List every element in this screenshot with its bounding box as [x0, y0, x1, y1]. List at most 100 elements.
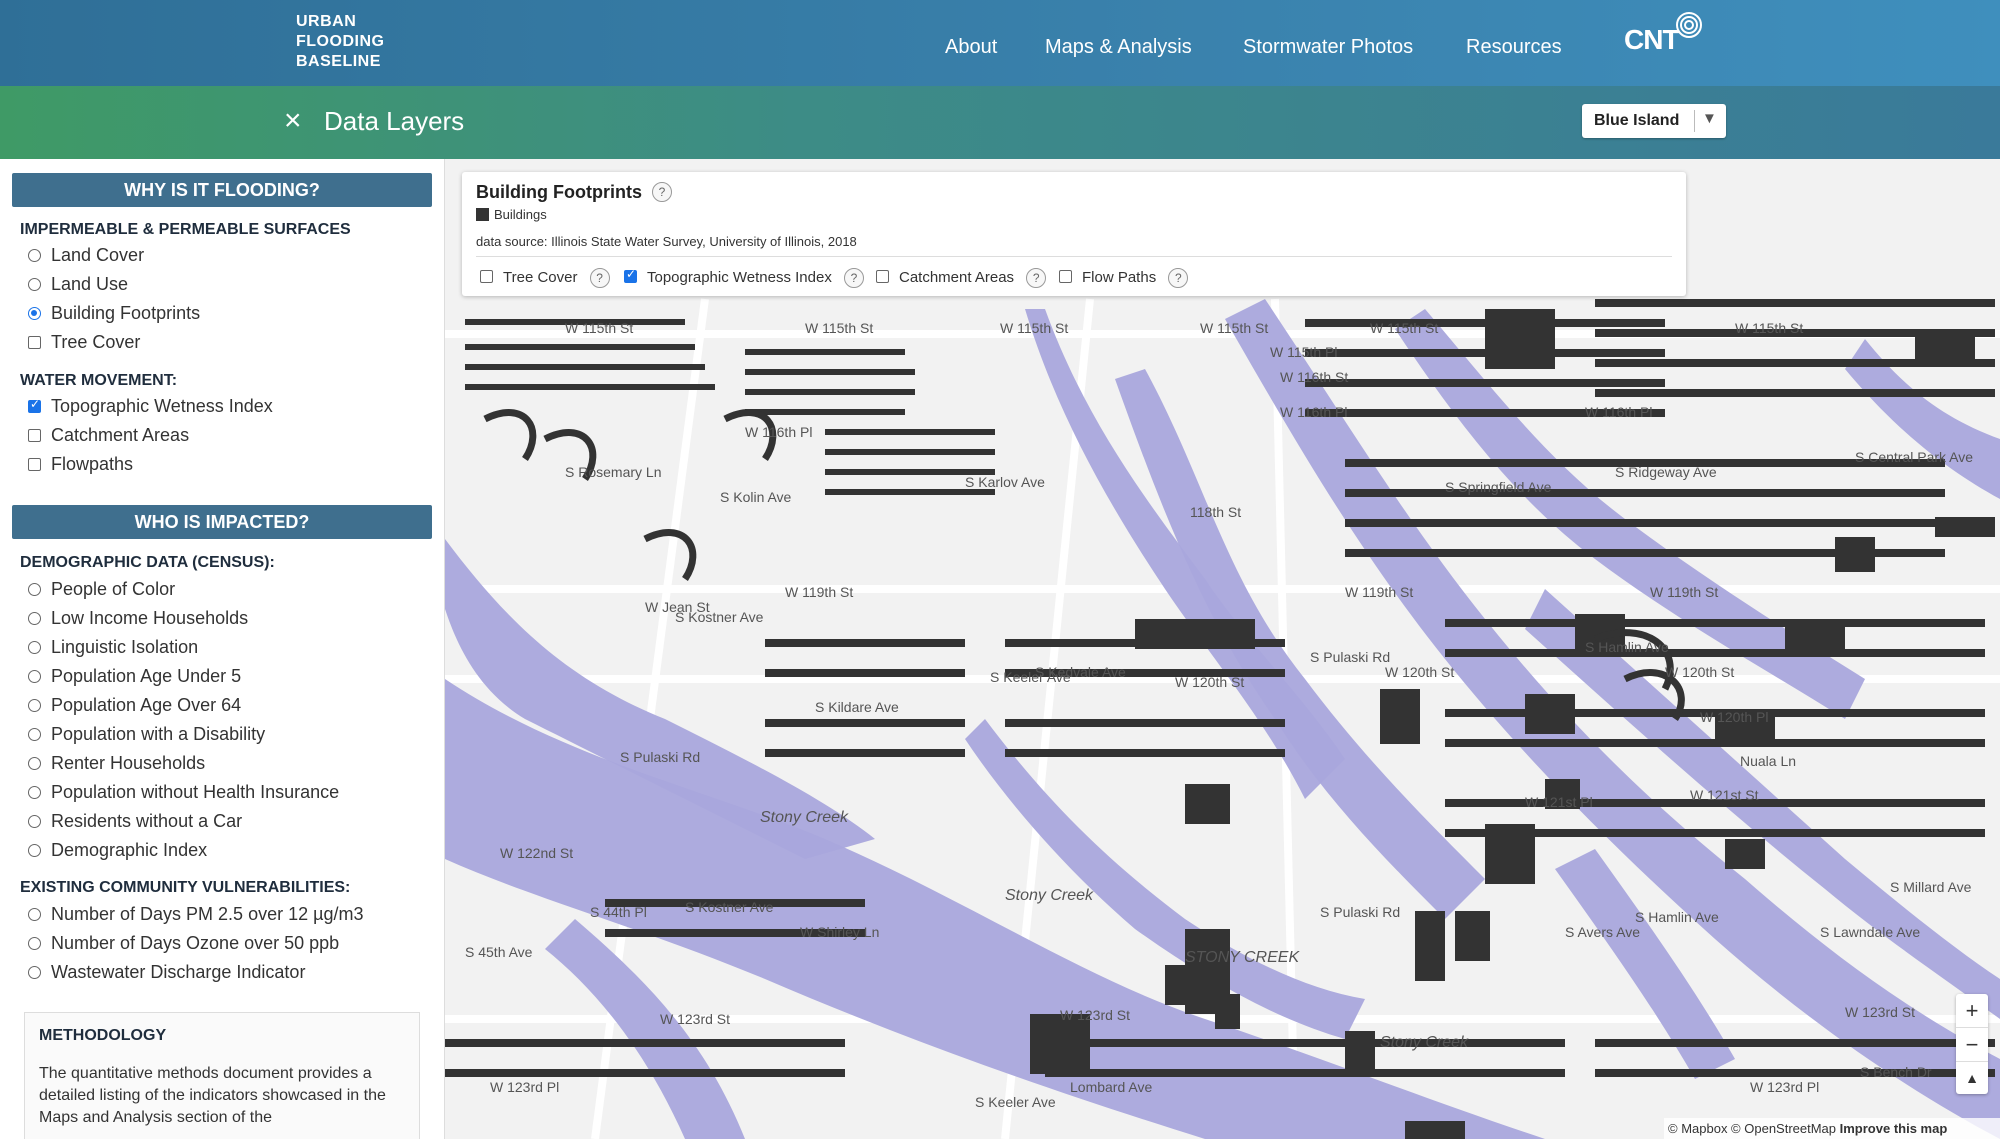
radio-icon[interactable]	[28, 699, 41, 712]
option-age-over-64[interactable]: Population Age Over 64	[28, 695, 241, 716]
improve-map-link[interactable]: Improve this map	[1840, 1121, 1948, 1136]
option-renter-households[interactable]: Renter Households	[28, 753, 205, 774]
help-icon[interactable]: ?	[589, 268, 610, 288]
logo-line-2: FLOODING	[296, 33, 385, 50]
checkbox-icon[interactable]	[1059, 270, 1072, 283]
street-label: W 119th St	[1650, 584, 1719, 600]
radio-icon[interactable]	[28, 670, 41, 683]
city-select[interactable]: Blue Island ▼	[1582, 104, 1726, 138]
section-why-flooding[interactable]: WHY IS IT FLOODING?	[12, 173, 432, 207]
option-ozone[interactable]: Number of Days Ozone over 50 ppb	[28, 933, 339, 954]
site-logo[interactable]: URBAN FLOODING BASELINE	[296, 12, 384, 72]
street-label: W 119th St	[1345, 584, 1414, 600]
street-label: S Keeler Ave	[975, 1094, 1056, 1110]
radio-icon[interactable]	[28, 937, 41, 950]
option-linguistic-isolation[interactable]: Linguistic Isolation	[28, 637, 198, 658]
option-tree-cover[interactable]: Tree Cover	[28, 332, 140, 353]
street-label: S Springfield Ave	[1445, 479, 1552, 495]
legend-option-flow-paths[interactable]: Flow Paths ?	[1059, 268, 1189, 288]
radio-icon[interactable]	[28, 786, 41, 799]
radio-icon[interactable]	[28, 757, 41, 770]
map-attribution: © Mapbox © OpenStreetMap Improve this ma…	[1664, 1118, 2000, 1139]
group-vulnerabilities-title: EXISTING COMMUNITY VULNERABILITIES:	[20, 879, 351, 896]
option-catchment[interactable]: Catchment Areas	[28, 425, 189, 446]
option-disability[interactable]: Population with a Disability	[28, 724, 265, 745]
help-icon[interactable]: ?	[844, 268, 865, 288]
radio-icon[interactable]	[28, 908, 41, 921]
help-icon[interactable]: ?	[1168, 268, 1189, 288]
radio-icon[interactable]	[28, 728, 41, 741]
radio-icon[interactable]	[28, 278, 41, 291]
street-label: S Bench Dr	[1860, 1064, 1932, 1080]
checkbox-icon[interactable]	[28, 336, 41, 349]
option-label: Wastewater Discharge Indicator	[51, 962, 306, 982]
option-label: Flowpaths	[51, 454, 134, 474]
option-label: Population with a Disability	[51, 724, 266, 744]
cnt-logo[interactable]: CNT	[1624, 24, 1680, 56]
page-title: Data Layers	[324, 106, 465, 136]
street-label: W 119th St	[785, 584, 854, 600]
help-icon[interactable]: ?	[1026, 268, 1047, 288]
street-label: S Millard Ave	[1890, 879, 1972, 895]
option-flowpaths[interactable]: Flowpaths	[28, 454, 133, 475]
street-label: S Kostner Ave	[685, 899, 774, 915]
map-graphics	[445, 298, 2000, 1139]
radio-icon[interactable]	[28, 966, 41, 979]
legend-option-tree-cover[interactable]: Tree Cover ?	[480, 268, 610, 288]
option-building-footprints[interactable]: Building Footprints	[28, 303, 200, 324]
radio-icon[interactable]	[28, 583, 41, 596]
buildings-swatch	[476, 208, 489, 221]
nav-resources[interactable]: Resources	[1466, 36, 1562, 59]
radio-icon[interactable]	[28, 815, 41, 828]
methodology-text: The quantitative methods document provid…	[39, 1065, 386, 1126]
close-icon[interactable]: ×	[284, 104, 302, 138]
checkbox-icon[interactable]	[28, 458, 41, 471]
radio-icon[interactable]	[28, 844, 41, 857]
legend-option-catchment[interactable]: Catchment Areas ?	[876, 268, 1047, 288]
option-without-car[interactable]: Residents without a Car	[28, 811, 242, 832]
city-select-value: Blue Island	[1594, 112, 1680, 129]
street-label: S Ridgeway Ave	[1615, 464, 1717, 480]
checkbox-icon[interactable]	[480, 270, 493, 283]
layers-sidebar[interactable]: WHY IS IT FLOODING? IMPERMEABLE & PERMEA…	[0, 159, 445, 1139]
checkbox-icon[interactable]	[876, 270, 889, 283]
nav-stormwater-photos[interactable]: Stormwater Photos	[1243, 36, 1413, 59]
checkbox-icon[interactable]	[28, 429, 41, 442]
radio-icon[interactable]	[28, 641, 41, 654]
street-label: W 123rd St	[660, 1011, 731, 1027]
street-label: S 44th Pl	[590, 904, 647, 920]
option-land-use[interactable]: Land Use	[28, 274, 128, 295]
street-label: W 120th St	[1175, 674, 1245, 690]
creek-label: STONY CREEK	[1185, 949, 1300, 966]
radio-icon[interactable]	[28, 612, 41, 625]
option-wastewater[interactable]: Wastewater Discharge Indicator	[28, 962, 305, 983]
legend-option-twi[interactable]: Topographic Wetness Index ?	[624, 267, 865, 288]
option-label: Topographic Wetness Index	[51, 396, 273, 416]
option-demographic-index[interactable]: Demographic Index	[28, 840, 207, 861]
compass-button[interactable]: ▲	[1956, 1062, 1988, 1095]
option-no-health-insurance[interactable]: Population without Health Insurance	[28, 782, 339, 803]
option-land-cover[interactable]: Land Cover	[28, 245, 144, 266]
map-canvas[interactable]: W 115th St W 115th St W 115th St W 115th…	[445, 159, 2000, 1139]
street-label: W 121st Pl	[1525, 794, 1593, 810]
zoom-in-button[interactable]: +	[1956, 994, 1988, 1028]
street-label: S Pulaski Rd	[1320, 904, 1401, 920]
section-who-impacted[interactable]: WHO IS IMPACTED?	[12, 505, 432, 539]
option-label: Low Income Households	[51, 608, 249, 628]
street-label: S Hamlin Ave	[1585, 639, 1669, 655]
street-label: W 115th St	[1370, 320, 1439, 336]
nav-maps-analysis[interactable]: Maps & Analysis	[1045, 36, 1192, 59]
creek-label: Stony Creek	[1005, 887, 1094, 904]
option-pm25[interactable]: Number of Days PM 2.5 over 12 µg/m3	[28, 904, 364, 925]
option-twi[interactable]: Topographic Wetness Index	[28, 396, 273, 417]
radio-icon[interactable]	[28, 249, 41, 262]
option-age-under-5[interactable]: Population Age Under 5	[28, 666, 241, 687]
checkbox-checked-icon[interactable]	[624, 267, 637, 283]
help-icon[interactable]: ?	[652, 182, 672, 202]
checkbox-checked-icon[interactable]	[28, 397, 41, 413]
option-people-of-color[interactable]: People of Color	[28, 579, 175, 600]
nav-about[interactable]: About	[945, 36, 997, 59]
option-low-income[interactable]: Low Income Households	[28, 608, 248, 629]
zoom-out-button[interactable]: −	[1956, 1028, 1988, 1062]
radio-checked-icon[interactable]	[28, 307, 41, 320]
